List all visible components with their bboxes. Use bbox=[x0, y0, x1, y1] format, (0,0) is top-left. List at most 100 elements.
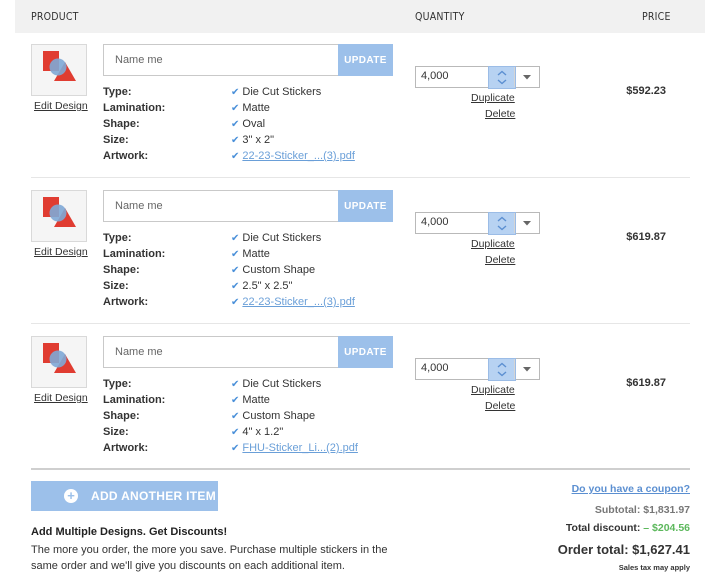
spec-row-lamination: Lamination: ✔ Matte bbox=[103, 102, 373, 118]
delete-link[interactable]: Delete bbox=[485, 254, 515, 266]
order-total-label: Order total: bbox=[557, 542, 629, 557]
spec-value-text: 2.5" x 2.5" bbox=[242, 280, 293, 292]
design-thumbnail[interactable] bbox=[31, 336, 87, 388]
duplicate-link[interactable]: Duplicate bbox=[471, 238, 515, 250]
quantity-select[interactable]: 4,000 bbox=[415, 66, 540, 89]
chevron-down-icon[interactable] bbox=[514, 213, 539, 233]
cart-divider bbox=[31, 468, 690, 470]
delete-link[interactable]: Delete bbox=[485, 400, 515, 412]
spec-label: Artwork: bbox=[103, 296, 149, 308]
update-button[interactable]: UPDATE bbox=[338, 336, 393, 368]
spec-row-type: Type: ✔ Die Cut Stickers bbox=[103, 86, 373, 102]
spec-label: Lamination: bbox=[103, 248, 166, 260]
quantity-select[interactable]: 4,000 bbox=[415, 212, 540, 235]
design-name-input[interactable] bbox=[104, 337, 341, 367]
quantity-stepper[interactable] bbox=[488, 66, 516, 89]
spec-value: ✔ 3" x 2" bbox=[231, 134, 274, 146]
check-icon: ✔ bbox=[231, 233, 240, 244]
delete-link[interactable]: Delete bbox=[485, 108, 515, 120]
quantity-value: 4,000 bbox=[421, 70, 449, 82]
spec-value-text: Die Cut Stickers bbox=[242, 232, 322, 244]
spec-label: Type: bbox=[103, 86, 132, 98]
discount-value: – $204.56 bbox=[643, 522, 690, 534]
spec-row-lamination: Lamination: ✔ Matte bbox=[103, 248, 373, 264]
spec-label: Size: bbox=[103, 134, 129, 146]
cart-header: PRODUCT QUANTITY PRICE bbox=[15, 0, 705, 33]
spec-value-text: Die Cut Stickers bbox=[242, 86, 322, 98]
spec-label: Size: bbox=[103, 280, 129, 292]
spec-row-shape: Shape: ✔ Oval bbox=[103, 118, 373, 134]
design-name-input[interactable] bbox=[104, 191, 341, 221]
edit-design-link[interactable]: Edit Design bbox=[34, 392, 88, 404]
spec-value: ✔ Die Cut Stickers bbox=[231, 378, 321, 390]
quantity-value: 4,000 bbox=[421, 362, 449, 374]
discount-label: Total discount: bbox=[565, 522, 641, 534]
spec-value: ✔ Custom Shape bbox=[231, 410, 315, 422]
check-icon: ✔ bbox=[231, 151, 240, 162]
design-name-field: UPDATE bbox=[103, 190, 393, 222]
spec-value: ✔ 22-23-Sticker_...(3).pdf bbox=[231, 150, 355, 162]
subtotal-row: Subtotal: $1,831.97 bbox=[595, 504, 690, 516]
spec-label: Shape: bbox=[103, 410, 140, 422]
item-price: $619.87 bbox=[626, 377, 666, 389]
design-name-input[interactable] bbox=[104, 45, 341, 75]
spec-label: Size: bbox=[103, 426, 129, 438]
design-name-field: UPDATE bbox=[103, 336, 393, 368]
spec-row-artwork: Artwork: ✔ 22-23-Sticker_...(3).pdf bbox=[103, 150, 373, 166]
spec-value-text: 3" x 2" bbox=[242, 134, 275, 146]
spec-value-text: Die Cut Stickers bbox=[242, 378, 322, 390]
spec-value: ✔ Matte bbox=[231, 248, 270, 260]
header-price: PRICE bbox=[642, 11, 671, 23]
check-icon: ✔ bbox=[231, 265, 240, 276]
spec-label: Type: bbox=[103, 378, 132, 390]
header-quantity: QUANTITY bbox=[415, 11, 465, 23]
spec-value-text: Matte bbox=[242, 248, 270, 260]
spec-value: ✔ 22-23-Sticker_...(3).pdf bbox=[231, 296, 355, 308]
check-icon: ✔ bbox=[231, 249, 240, 260]
item-price: $592.23 bbox=[626, 85, 666, 97]
artwork-file-link[interactable]: FHU-Sticker_Li...(2).pdf bbox=[242, 442, 358, 454]
artwork-file-link[interactable]: 22-23-Sticker_...(3).pdf bbox=[242, 150, 355, 162]
spec-label: Artwork: bbox=[103, 150, 149, 162]
chevron-down-icon[interactable] bbox=[514, 67, 539, 87]
quantity-stepper[interactable] bbox=[488, 358, 516, 381]
check-icon: ✔ bbox=[231, 427, 240, 438]
spec-value: ✔ Custom Shape bbox=[231, 264, 315, 276]
update-button[interactable]: UPDATE bbox=[338, 190, 393, 222]
quantity-stepper[interactable] bbox=[488, 212, 516, 235]
artwork-file-link[interactable]: 22-23-Sticker_...(3).pdf bbox=[242, 296, 355, 308]
edit-design-link[interactable]: Edit Design bbox=[34, 246, 88, 258]
design-thumbnail[interactable] bbox=[31, 190, 87, 242]
spec-value: ✔ Matte bbox=[231, 102, 270, 114]
edit-design-link[interactable]: Edit Design bbox=[34, 100, 88, 112]
add-another-item-button[interactable]: + ADD ANOTHER ITEM bbox=[31, 481, 218, 511]
promo-title: Add Multiple Designs. Get Discounts! bbox=[31, 526, 228, 538]
item-divider bbox=[31, 323, 690, 324]
check-icon: ✔ bbox=[231, 281, 240, 292]
spec-value-text: 4" x 1.2" bbox=[242, 426, 284, 438]
chevron-down-icon[interactable] bbox=[514, 359, 539, 379]
spec-value: ✔ FHU-Sticker_Li...(2).pdf bbox=[231, 442, 358, 454]
spec-row-size: Size: ✔ 3" x 2" bbox=[103, 134, 373, 150]
item-divider bbox=[31, 177, 690, 178]
add-another-item-label: ADD ANOTHER ITEM bbox=[91, 489, 217, 503]
check-icon: ✔ bbox=[231, 379, 240, 390]
spec-row-artwork: Artwork: ✔ FHU-Sticker_Li...(2).pdf bbox=[103, 442, 373, 458]
spec-row-shape: Shape: ✔ Custom Shape bbox=[103, 410, 373, 426]
sales-tax-note: Sales tax may apply bbox=[618, 563, 690, 572]
spec-row-type: Type: ✔ Die Cut Stickers bbox=[103, 232, 373, 248]
spec-label: Shape: bbox=[103, 118, 140, 130]
check-icon: ✔ bbox=[231, 103, 240, 114]
update-button[interactable]: UPDATE bbox=[338, 44, 393, 76]
check-icon: ✔ bbox=[231, 297, 240, 308]
subtotal-value: $1,831.97 bbox=[643, 504, 690, 516]
spec-label: Lamination: bbox=[103, 394, 166, 406]
duplicate-link[interactable]: Duplicate bbox=[471, 384, 515, 396]
design-thumbnail[interactable] bbox=[31, 44, 87, 96]
spec-row-lamination: Lamination: ✔ Matte bbox=[103, 394, 373, 410]
quantity-select[interactable]: 4,000 bbox=[415, 358, 540, 381]
spec-value-text: Matte bbox=[242, 394, 270, 406]
duplicate-link[interactable]: Duplicate bbox=[471, 92, 515, 104]
spec-value-text: Custom Shape bbox=[242, 264, 316, 276]
coupon-link[interactable]: Do you have a coupon? bbox=[572, 483, 690, 495]
